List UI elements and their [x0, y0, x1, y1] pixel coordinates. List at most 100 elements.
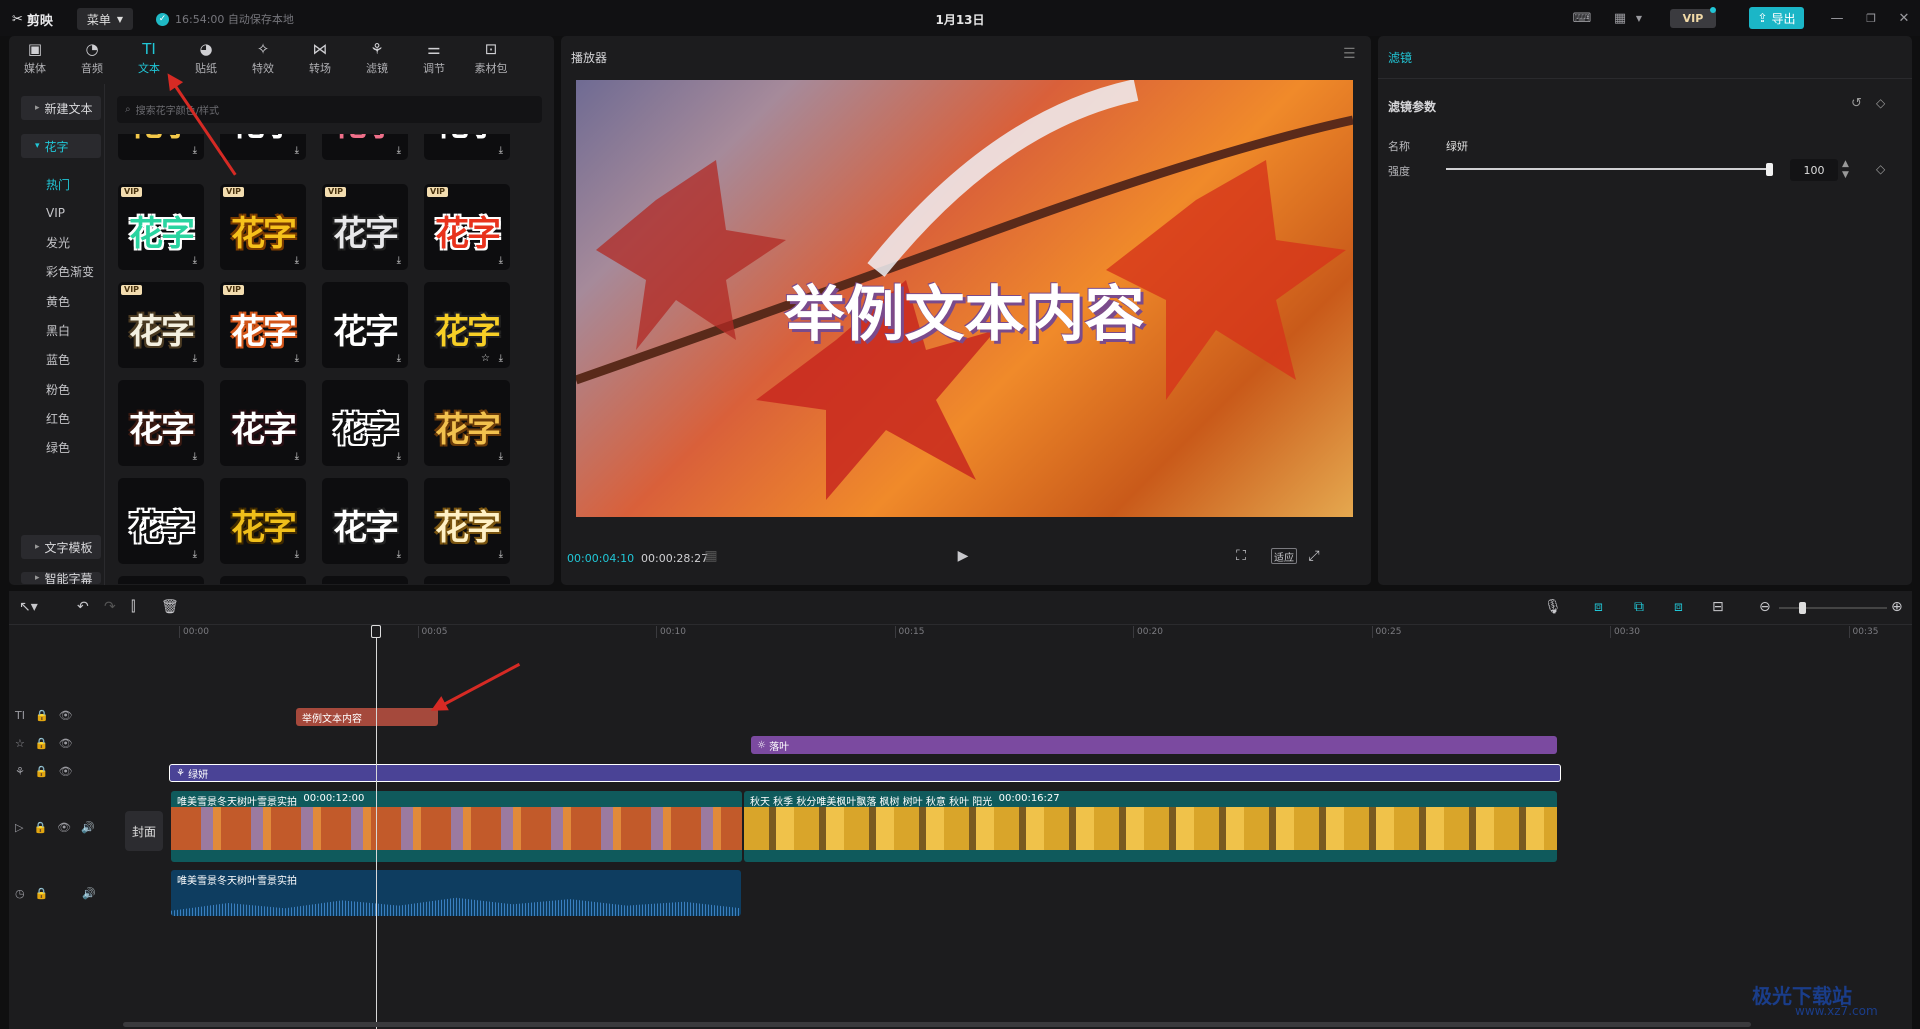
huazi-tile[interactable]: 花字⤓	[220, 478, 306, 564]
huazi-tile[interactable]: 花字⤓	[118, 134, 204, 160]
download-icon[interactable]: ⤓	[295, 549, 299, 560]
huazi-tile[interactable]: 花字 VIP ⤓	[220, 282, 306, 368]
huazi-tile[interactable]: 花字⤓	[220, 380, 306, 466]
tab-adjust[interactable]: ⚌ 调节	[412, 38, 456, 78]
tab-effects[interactable]: ✧ 特效	[241, 38, 285, 78]
download-icon[interactable]: ⤓	[397, 353, 401, 364]
huazi-tile[interactable]: 花字 VIP ⤓	[118, 282, 204, 368]
huazi-tile[interactable]: 花字⤓	[424, 380, 510, 466]
playhead[interactable]	[376, 625, 377, 1029]
zoom-out-icon[interactable]: ⊖	[1759, 599, 1771, 615]
select-tool-icon[interactable]: ↖▾	[19, 599, 38, 615]
strength-keyframe-icon[interactable]: ◇	[1876, 162, 1885, 176]
snapshot-icon[interactable]: ⛶	[1231, 548, 1251, 564]
sidebar-text-template[interactable]: 文字模板	[21, 535, 101, 559]
download-icon[interactable]: ⤓	[499, 255, 503, 266]
huazi-tile[interactable]: 花字⤓	[424, 134, 510, 160]
vip-badge[interactable]: VIP	[1670, 9, 1716, 28]
download-icon[interactable]: ⤓	[499, 549, 503, 560]
volume-icon[interactable]: 🔊	[81, 821, 95, 834]
download-icon[interactable]: ⤓	[193, 451, 197, 462]
sidebar-sub-item[interactable]: 绿色	[21, 436, 101, 460]
tab-package[interactable]: ⊡ 素材包	[469, 38, 513, 78]
download-icon[interactable]: ⤓	[499, 451, 503, 462]
keyframe-icon[interactable]: ◇	[1876, 96, 1885, 110]
link-icon[interactable]: ⧈	[1594, 599, 1603, 615]
download-icon[interactable]: ⤓	[295, 255, 299, 266]
download-icon[interactable]: ⤓	[295, 145, 299, 156]
redo-icon[interactable]: ↷	[104, 599, 116, 615]
cover-button[interactable]: 封面	[125, 811, 163, 851]
close-icon[interactable]: ✕	[1893, 9, 1915, 27]
download-icon[interactable]: ⤓	[397, 145, 401, 156]
tab-audio[interactable]: ◔ 音频	[70, 38, 114, 78]
download-icon[interactable]: ⤓	[295, 353, 299, 364]
sidebar-sub-item[interactable]: 彩色渐变	[21, 260, 101, 284]
strength-input[interactable]: 100	[1790, 159, 1838, 181]
stepper-icon[interactable]: ▲ ▼	[1842, 159, 1849, 181]
huazi-tile[interactable]: 花字 VIP ⤓	[322, 184, 408, 270]
download-icon[interactable]: ⤓	[193, 255, 197, 266]
video-clip-2[interactable]: 秋天 秋季 秋分唯美枫叶飘落 枫树 树叶 秋意 秋叶 阳光 00:00:16:2…	[744, 791, 1557, 862]
huazi-tile[interactable]	[118, 576, 204, 584]
sidebar-sub-item[interactable]: 发光	[21, 231, 101, 255]
search-input[interactable]: ⌕ 搜索花字颜色/样式	[117, 96, 542, 123]
sidebar-sub-item[interactable]: 黑白	[21, 319, 101, 343]
sidebar-new-text[interactable]: 新建文本	[21, 96, 101, 120]
effect-clip[interactable]: ☼ 落叶	[751, 736, 1557, 754]
delete-icon[interactable]: 🗑	[161, 599, 179, 615]
sidebar-huazi[interactable]: 花字	[21, 134, 101, 158]
huazi-tile[interactable]: 花字 ⤓ ☆	[424, 282, 510, 368]
sidebar-sub-item[interactable]: 蓝色	[21, 348, 101, 372]
video-preview[interactable]: 举例文本内容	[576, 80, 1353, 517]
download-icon[interactable]: ⤓	[193, 353, 197, 364]
minimize-icon[interactable]: —	[1826, 9, 1848, 27]
huazi-tile[interactable]: 花字 VIP ⤓	[424, 184, 510, 270]
sidebar-sub-item[interactable]: 红色	[21, 406, 101, 430]
tab-transition[interactable]: ⋈ 转场	[298, 38, 342, 78]
split-icon[interactable]: ⫿	[131, 599, 135, 615]
lock-icon[interactable]: 🔒	[35, 887, 49, 900]
text-clip[interactable]: 举例文本内容	[296, 708, 438, 726]
align-icon[interactable]: ⊟	[1712, 599, 1724, 615]
filter-clip[interactable]: ⚘ 绿妍	[169, 764, 1561, 782]
sidebar-sub-item[interactable]: 黄色	[21, 289, 101, 313]
preview-axis-icon[interactable]: ⧈	[1674, 599, 1683, 615]
favorite-icon[interactable]: ☆	[481, 353, 490, 364]
eye-icon[interactable]: 👁	[57, 821, 71, 834]
huazi-tile[interactable]: 花字⤓	[322, 478, 408, 564]
tab-media[interactable]: ▣ 媒体	[13, 38, 57, 78]
video-overlay-text[interactable]: 举例文本内容	[576, 266, 1353, 353]
strength-slider-handle[interactable]	[1766, 163, 1773, 176]
tab-filter[interactable]: ⚘ 滤镜	[355, 38, 399, 78]
sidebar-sub-item[interactable]: 热门	[21, 172, 101, 196]
lock-icon[interactable]: 🔒	[35, 737, 49, 750]
tab-sticker[interactable]: ◕ 贴纸	[184, 38, 228, 78]
playhead-handle[interactable]	[371, 625, 381, 638]
huazi-tile[interactable]: 花字⤓	[424, 478, 510, 564]
download-icon[interactable]: ⤓	[499, 145, 503, 156]
sidebar-smart-captions[interactable]: 智能字幕	[21, 572, 101, 584]
player-menu-icon[interactable]: ☰	[1343, 46, 1356, 62]
zoom-slider[interactable]	[1779, 607, 1887, 609]
record-icon[interactable]: 🎙	[1544, 599, 1562, 615]
fit-button[interactable]: 适应	[1271, 548, 1297, 564]
huazi-tile[interactable]: 花字⤓	[322, 134, 408, 160]
restore-icon[interactable]: ❐	[1860, 9, 1882, 27]
download-icon[interactable]: ⤓	[397, 549, 401, 560]
huazi-tile[interactable]: 花字 VIP ⤓	[220, 184, 306, 270]
audio-clip[interactable]: 唯美雪景冬天树叶雪景实拍	[171, 870, 741, 916]
undo-icon[interactable]: ↶	[77, 599, 89, 615]
strength-slider[interactable]	[1446, 168, 1768, 170]
lock-icon[interactable]: 🔒	[35, 709, 49, 722]
download-icon[interactable]: ⤓	[193, 145, 197, 156]
eye-icon[interactable]: 👁	[59, 765, 73, 778]
video-clip-1[interactable]: 唯美雪景冬天树叶雪景实拍 00:00:12:00	[171, 791, 742, 862]
lock-icon[interactable]: 🔒	[35, 765, 49, 778]
filter-tab[interactable]: 滤镜	[1378, 36, 1912, 79]
huazi-tile[interactable]	[322, 576, 408, 584]
time-ruler[interactable]: 00:00 00:05 00:10 00:15 00:20 00:25 00:30 00:35	[129, 625, 1912, 638]
huazi-tile[interactable]: 花字 VIP ⤓	[118, 184, 204, 270]
huazi-tile[interactable]: 花字⤓	[322, 380, 408, 466]
download-icon[interactable]: ⤓	[397, 255, 401, 266]
